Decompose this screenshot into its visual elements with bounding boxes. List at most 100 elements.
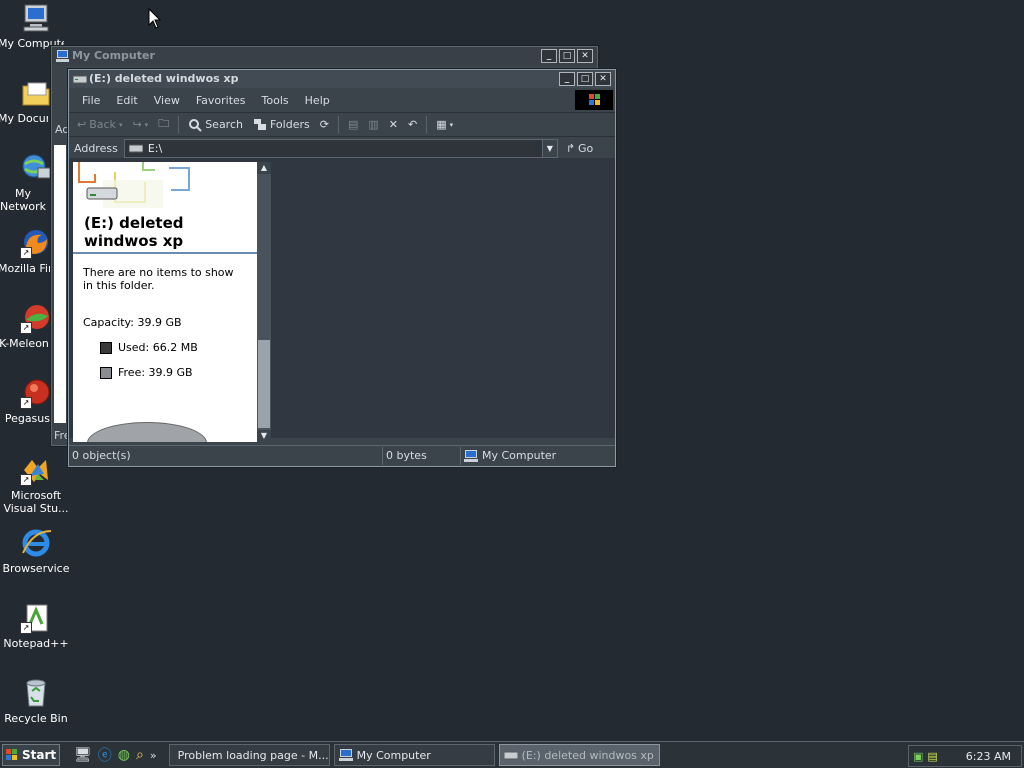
windows-logo-icon [575,90,613,110]
chevron-down-icon: ▾ [144,120,149,129]
menu-edit[interactable]: Edit [108,94,145,107]
drive-icon [86,187,118,200]
back-arrow-icon: ↩ [77,118,87,131]
close-button[interactable]: ✕ [595,72,611,86]
desktop-icon-label: Mozilla Firefox [0,262,50,275]
show-desktop-icon[interactable]: 🖥 [74,747,92,763]
notepad-icon: ↗ [20,602,52,634]
taskbar-task-e-drive[interactable]: (E:) deleted windwos xp [498,744,660,766]
forward-button[interactable]: ↪ ▾ [128,115,152,135]
scroll-up-arrow-icon[interactable]: ▲ [257,162,271,174]
quick-launch: 🖥 ⓔ ◍ ⌕ » [74,745,157,765]
go-button[interactable]: ↱ Go [566,142,593,155]
views-icon: ▦ [436,118,447,131]
task-label: Problem loading page - M... [177,748,329,762]
forward-arrow-icon: ↪ [132,118,142,131]
computer-icon [56,50,69,62]
go-arrow-icon: ↱ [565,142,576,155]
mouse-cursor-icon [148,8,162,29]
network-icon [20,152,52,184]
menu-view[interactable]: View [146,94,188,107]
task-pane-title: (E:) deleted windwos xp [84,214,184,250]
app-tray-icon[interactable]: ▤ [927,750,937,763]
computer-icon [464,450,478,462]
move-to-button[interactable]: ▤ [344,115,362,135]
menu-tools[interactable]: Tools [254,94,297,107]
minimize-button[interactable]: _ [559,72,575,86]
maximize-button[interactable]: □ [559,49,575,63]
task-pane-header: (E:) deleted windwos xp [73,162,257,254]
copy-to-icon: ▥ [368,118,379,131]
quick-launch-more-button[interactable]: » [150,749,157,762]
ie-icon[interactable]: ⓔ [98,745,112,765]
desktop-icon-browservice[interactable]: Browservice [0,527,74,575]
scroll-thumb[interactable] [258,340,270,428]
recycle-bin-icon [20,677,52,709]
search-button[interactable]: Search [184,115,247,135]
partial-taskpane [54,145,66,423]
shortcut-arrow-icon: ↗ [20,622,32,634]
folder-options-button[interactable]: ⟳ [316,115,333,135]
up-folder-button[interactable]: 🗀 [154,115,173,135]
task-pane-scrollbar[interactable]: ▲ ▼ [257,162,271,442]
chevron-down-icon: ▾ [449,120,454,129]
clock[interactable]: 6:23 AM [966,750,1011,763]
move-to-icon: ▤ [347,118,359,131]
copy-to-button[interactable]: ▥ [364,115,382,135]
taskbar-task-firefox[interactable]: Problem loading page - M... [168,744,330,766]
menu-help[interactable]: Help [297,94,338,107]
ie-icon [20,527,52,559]
desktop-icon-my-computer[interactable]: My Computer [0,2,74,50]
status-location-label: My Computer [482,449,557,462]
free-legend: Free: 39.9 GB [100,366,247,379]
delete-icon: ✕ [388,118,398,131]
address-input[interactable]: E:\ ▼ [123,139,558,158]
undo-button[interactable]: ↶ [404,115,421,135]
close-button[interactable]: ✕ [577,49,593,63]
toolbar-separator [178,115,180,134]
used-label: Used: 66.2 MB [118,341,198,354]
menu-bar: File Edit View Favorites Tools Help [69,88,615,113]
up-folder-icon: 🗀 [158,117,170,130]
desktop-icon-label: Browservice [2,562,70,575]
visual-studio-icon: ↗ [20,454,52,486]
task-label: (E:) deleted windwos xp [521,748,654,762]
menu-favorites[interactable]: Favorites [188,94,254,107]
desktop-icon-label: My Documents [0,112,48,125]
back-button[interactable]: ↩ Back ▾ [73,115,126,135]
content-area[interactable]: (E:) deleted windwos xp There are no ite… [69,158,615,442]
start-button[interactable]: Start [2,744,60,766]
desktop-icon-visual-studio[interactable]: ↗ Microsoft Visual Stu... [0,454,74,515]
go-label: Go [578,142,594,155]
task-pane: (E:) deleted windwos xp There are no ite… [73,162,257,442]
sync-icon: ⟳ [319,118,329,131]
desktop-icon-notepadpp[interactable]: ↗ Notepad++ [0,602,74,650]
kmeleon-icon: ↗ [20,302,52,334]
maximize-button[interactable]: □ [577,72,593,86]
minimize-button[interactable]: _ [541,49,557,63]
views-button[interactable]: ▦ ▾ [432,115,457,135]
pegasus-icon: ↗ [20,377,52,409]
window-title: My Computer [72,49,155,62]
explorer-window[interactable]: (E:) deleted windwos xp _ □ ✕ File Edit … [68,69,616,467]
folders-button[interactable]: Folders [249,115,314,135]
folder-icon [20,77,52,109]
delete-button[interactable]: ✕ [385,115,402,135]
title-bar[interactable]: My Computer _ □ ✕ [52,47,597,65]
taskbar-task-my-computer[interactable]: My Computer [333,744,495,766]
scroll-down-arrow-icon[interactable]: ▼ [257,430,271,442]
search-folder-icon[interactable]: ⌕ [136,747,144,763]
address-dropdown-button[interactable]: ▼ [541,140,557,157]
empty-folder-message: There are no items to show in this folde… [83,266,234,292]
folders-icon [253,119,266,130]
menu-file[interactable]: File [74,94,108,107]
network-tray-icon[interactable]: ▣ [913,750,923,763]
desktop-icon-label: Microsoft Visual Stu... [3,489,69,515]
title-bar[interactable]: (E:) deleted windwos xp _ □ ✕ [69,70,615,88]
desktop-icon-recycle-bin[interactable]: Recycle Bin [0,677,74,725]
desktop-icon-label: Pegasus [4,412,50,425]
desktop-icon-label: K-Meleon [0,337,49,350]
address-value: E:\ [147,142,163,155]
toolbar: ↩ Back ▾ ↪ ▾ 🗀 Search Folders ⟳ ▤ ▥ ✕ ↶ [69,113,615,137]
network-icon[interactable]: ◍ [118,747,130,763]
